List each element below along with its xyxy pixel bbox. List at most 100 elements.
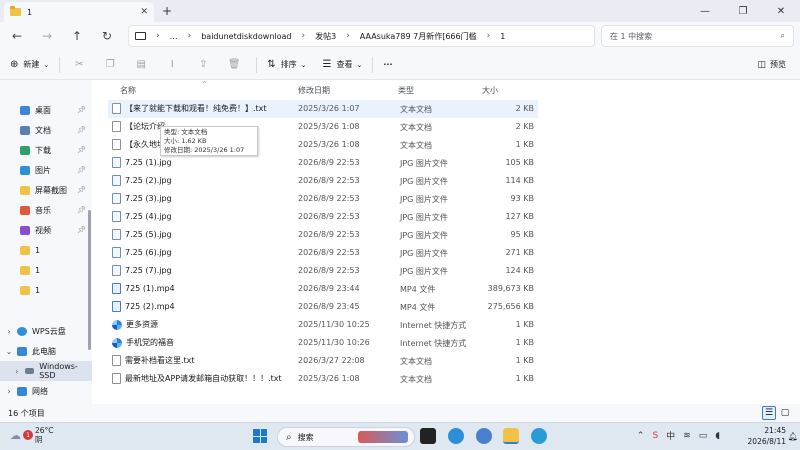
file-date: 2026/8/9 22:53	[298, 266, 360, 275]
column-header-name[interactable]: 名称	[120, 80, 136, 100]
tab-current-folder[interactable]: 1 ✕	[4, 2, 154, 22]
file-row[interactable]: 7.25 (6).jpg 2026/8/9 22:53 JPG 图片文件 271 KB	[108, 244, 538, 262]
sidebar-item-label: 1	[35, 245, 41, 255]
file-row[interactable]: 7.25 (7).jpg 2026/8/9 22:53 JPG 图片文件 124 KB	[108, 262, 538, 280]
sidebar-scrollbar[interactable]	[88, 210, 91, 350]
sidebar-item[interactable]: 1	[0, 280, 92, 300]
tiles-view-icon[interactable]: ▢	[778, 406, 792, 420]
preview-label: 预览	[770, 60, 786, 69]
wifi-icon[interactable]: ≋	[683, 431, 691, 441]
sidebar-item[interactable]: 下载 📌︎	[0, 140, 92, 160]
sidebar-item-windows-ssd[interactable]: › Windows-SSD	[0, 361, 92, 381]
sidebar-item[interactable]: 图片 📌︎	[0, 160, 92, 180]
refresh-button[interactable]: ↻	[92, 29, 122, 43]
start-button[interactable]	[253, 429, 267, 443]
taskbar-search[interactable]: ⌕ 搜索	[277, 427, 415, 447]
window-controls: — ❐ ✕	[686, 0, 800, 22]
clock[interactable]: 21:45 2026/8/11	[748, 425, 786, 447]
column-header-date[interactable]: 修改日期	[298, 80, 330, 100]
address-bar[interactable]: › … › baidunetdiskdownload › 发帖3 › AAAsu…	[128, 25, 595, 47]
file-row[interactable]: 【来了就能下载和观看！纯免费！】.txt 2025/3/26 1:07 文本文档 2 …	[108, 100, 538, 118]
breadcrumb-item[interactable]: 1	[500, 32, 505, 41]
image-file-icon	[112, 193, 121, 204]
search-box[interactable]: 在 1 中搜索 ⌕	[601, 25, 794, 47]
sidebar-item-network[interactable]: › 网络	[0, 381, 92, 401]
edge-browser-icon[interactable]	[448, 428, 464, 444]
browser-icon[interactable]	[531, 428, 547, 444]
internet-shortcut-icon	[112, 319, 122, 330]
file-explorer-icon[interactable]	[503, 428, 519, 444]
close-tab-icon[interactable]: ✕	[140, 7, 148, 17]
column-header-size[interactable]: 大小	[482, 80, 498, 100]
file-row[interactable]: 更多资源 2025/11/30 10:25 Internet 快捷方式 1 KB	[108, 316, 538, 334]
sidebar-item[interactable]: 1	[0, 260, 92, 280]
file-row[interactable]: 手机党的福音 2025/11/30 10:26 Internet 快捷方式 1 KB	[108, 334, 538, 352]
tooltip-date: 修改日期: 2025/3/26 1:07	[164, 146, 245, 154]
paste-icon[interactable]: ▤	[129, 59, 153, 70]
up-button[interactable]: ↑	[62, 29, 92, 43]
battery-icon[interactable]: ▭	[699, 431, 708, 441]
cloud-icon: ☁	[10, 428, 21, 442]
maximize-button[interactable]: ❐	[724, 0, 762, 22]
search-icon: ⌕	[286, 431, 292, 443]
file-name-cell: 【论坛介绍	[112, 121, 165, 132]
file-row[interactable]: 7.25 (5).jpg 2026/8/9 22:53 JPG 图片文件 95 KB	[108, 226, 538, 244]
weather-widget[interactable]: ☁ 1 26°C 阴	[10, 426, 54, 444]
sidebar-item[interactable]: 屏幕截图 📌︎	[0, 180, 92, 200]
breadcrumb-item[interactable]: baidunetdiskdownload	[201, 32, 291, 41]
column-header-type[interactable]: 类型	[398, 80, 414, 100]
details-view-icon[interactable]: ☰	[762, 406, 776, 420]
minimize-button[interactable]: —	[686, 0, 724, 22]
share-icon[interactable]: ⇪	[191, 59, 215, 70]
forward-button[interactable]: →	[32, 29, 62, 43]
sidebar-item[interactable]: 音乐 📌︎	[0, 200, 92, 220]
file-date: 2026/8/9 23:44	[298, 284, 360, 293]
file-size: 1 KB	[515, 140, 534, 149]
file-row[interactable]: 7.25 (2).jpg 2026/8/9 22:53 JPG 图片文件 114 KB	[108, 172, 538, 190]
breadcrumb-item[interactable]: AAAsuka789 7月新作[666门槛	[360, 31, 477, 42]
file-size: 93 KB	[510, 194, 534, 203]
file-row[interactable]: 7.25 (3).jpg 2026/8/9 22:53 JPG 图片文件 93 KB	[108, 190, 538, 208]
breadcrumb-item[interactable]: 发帖3	[315, 31, 336, 42]
sidebar-item[interactable]: 桌面 📌︎	[0, 100, 92, 120]
file-row[interactable]: 需要补档看这里.txt 2026/3/27 22:08 文本文档 1 KB	[108, 352, 538, 370]
chevron-down-icon: ⌄	[300, 60, 307, 69]
back-button[interactable]: ←	[2, 29, 32, 43]
pin-icon: 📌︎	[77, 106, 86, 114]
file-row[interactable]: 7.25 (4).jpg 2026/8/9 22:53 JPG 图片文件 127 KB	[108, 208, 538, 226]
clock-time: 21:45	[764, 426, 786, 435]
file-type: Internet 快捷方式	[400, 321, 467, 330]
sidebar-item-wps-cloud[interactable]: › WPS云盘	[0, 321, 92, 341]
view-button[interactable]: ☰ 查看 ⌄	[323, 59, 363, 70]
chevron-up-icon[interactable]: ⌃	[637, 431, 645, 441]
new-tab-button[interactable]: +	[162, 4, 172, 18]
breadcrumb-more[interactable]: …	[170, 32, 178, 41]
new-button[interactable]: ⊕ 新建 ⌄	[10, 59, 49, 70]
cut-icon[interactable]: ✂	[67, 59, 91, 70]
terminal-icon[interactable]	[420, 428, 436, 444]
sidebar-item[interactable]: 1	[0, 240, 92, 260]
copy-icon[interactable]: ❐	[98, 59, 122, 70]
close-window-button[interactable]: ✕	[762, 0, 800, 22]
more-options-button[interactable]: ···	[383, 60, 392, 69]
folder-icon	[10, 6, 21, 16]
ime-icon[interactable]: 中	[666, 429, 675, 442]
notification-bell-icon[interactable]: 🔔︎	[788, 432, 798, 441]
volume-icon[interactable]: ◖	[715, 431, 720, 441]
input-method-icon[interactable]: S	[652, 431, 658, 441]
file-row[interactable]: 725 (1).mp4 2026/8/9 23:44 MP4 文件 389,673 K…	[108, 280, 538, 298]
rename-icon[interactable]: Ⅰ	[160, 59, 184, 70]
sidebar-item[interactable]: 文档 📌︎	[0, 120, 92, 140]
delete-icon[interactable]: 🗑	[222, 59, 246, 70]
sidebar-item[interactable]: 视频 📌︎	[0, 220, 92, 240]
file-row[interactable]: 725 (2).mp4 2026/8/9 23:45 MP4 文件 275,656 K…	[108, 298, 538, 316]
drive-icon	[24, 368, 35, 374]
sort-button[interactable]: ⇅ 排序 ⌄	[267, 59, 306, 70]
system-tray: ⌃ S 中 ≋ ▭ ◖	[629, 429, 720, 443]
app-icon[interactable]	[476, 428, 492, 444]
file-row[interactable]: 最新地址及APP请发邮箱自动获取！！！.txt 2025/3/26 1:08 文本文…	[108, 370, 538, 388]
sidebar-item-this-pc[interactable]: ⌄ 此电脑	[0, 341, 92, 361]
file-row[interactable]: 7.25 (1).jpg 2026/8/9 22:53 JPG 图片文件 105 KB	[108, 154, 538, 172]
file-date: 2026/8/9 23:45	[298, 302, 360, 311]
preview-button[interactable]: ◫ 预览	[757, 59, 786, 70]
